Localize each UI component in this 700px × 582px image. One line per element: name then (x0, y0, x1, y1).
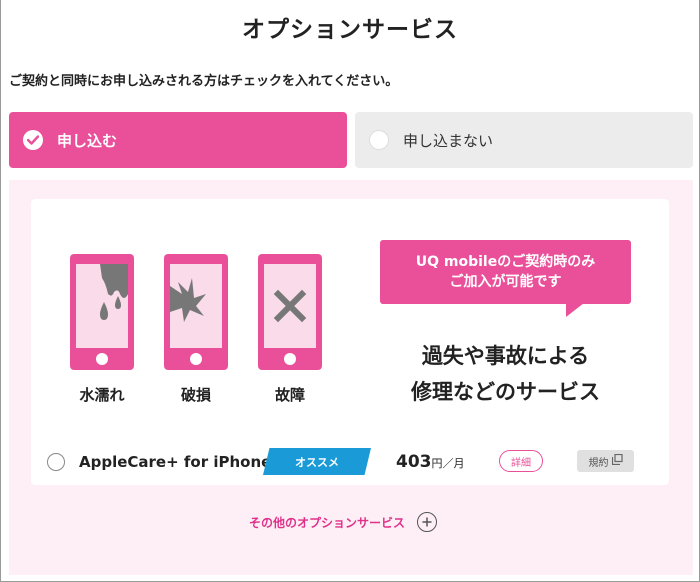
check-circle-icon (23, 130, 43, 150)
radio-empty-icon (369, 130, 389, 150)
recommend-badge: オススメ (263, 448, 371, 475)
price-unit: 円／月 (431, 457, 465, 470)
plus-icon[interactable] (417, 512, 438, 532)
applecare-radio[interactable] (47, 453, 65, 471)
other-options-label: その他のオプションサービス (249, 515, 406, 530)
headline-line-1: 過失や事故による (421, 344, 590, 368)
apply-option[interactable]: 申し込む (9, 112, 347, 168)
page-title: オプションサービス (242, 17, 458, 43)
malfunction-icon (258, 254, 322, 370)
applecare-row[interactable]: AppleCare+ for iPhone オススメ 403円／月 詳細 規約 (31, 439, 669, 485)
terms-label: 規約 (588, 457, 609, 469)
instruction-text: ご契約と同時にお申し込みされる方はチェックを入れてください。 (9, 74, 399, 89)
no-apply-option-label: 申し込まない (403, 131, 494, 150)
headline-line-2: 修理などのサービス (411, 380, 600, 404)
bubble-tail (566, 303, 584, 317)
bubble-line-2: ご加入が可能です (449, 274, 562, 290)
price-value: 403 (396, 452, 432, 472)
breakage-icon (164, 254, 228, 370)
service-headline: 過失や事故による 修理などのサービス (380, 338, 631, 410)
no-apply-option[interactable]: 申し込まない (355, 112, 693, 168)
detail-button[interactable]: 詳細 (499, 450, 543, 472)
applecare-name: AppleCare+ for iPhone (79, 453, 272, 471)
other-options-link[interactable]: その他のオプションサービス (249, 512, 438, 532)
external-link-icon (611, 453, 623, 468)
applecare-price: 403円／月 (396, 452, 465, 472)
apply-option-label: 申し込む (57, 131, 118, 150)
water-damage-icon (70, 254, 134, 370)
terms-button[interactable]: 規約 (577, 450, 634, 472)
uq-mobile-notice-bubble: UQ mobileのご契約時のみ ご加入が可能です (380, 240, 631, 304)
water-damage-label: 水濡れ (79, 386, 125, 404)
bubble-line-1: UQ mobileのご契約時のみ (415, 254, 596, 270)
malfunction-label: 故障 (274, 386, 305, 404)
breakage-label: 破損 (180, 386, 211, 404)
